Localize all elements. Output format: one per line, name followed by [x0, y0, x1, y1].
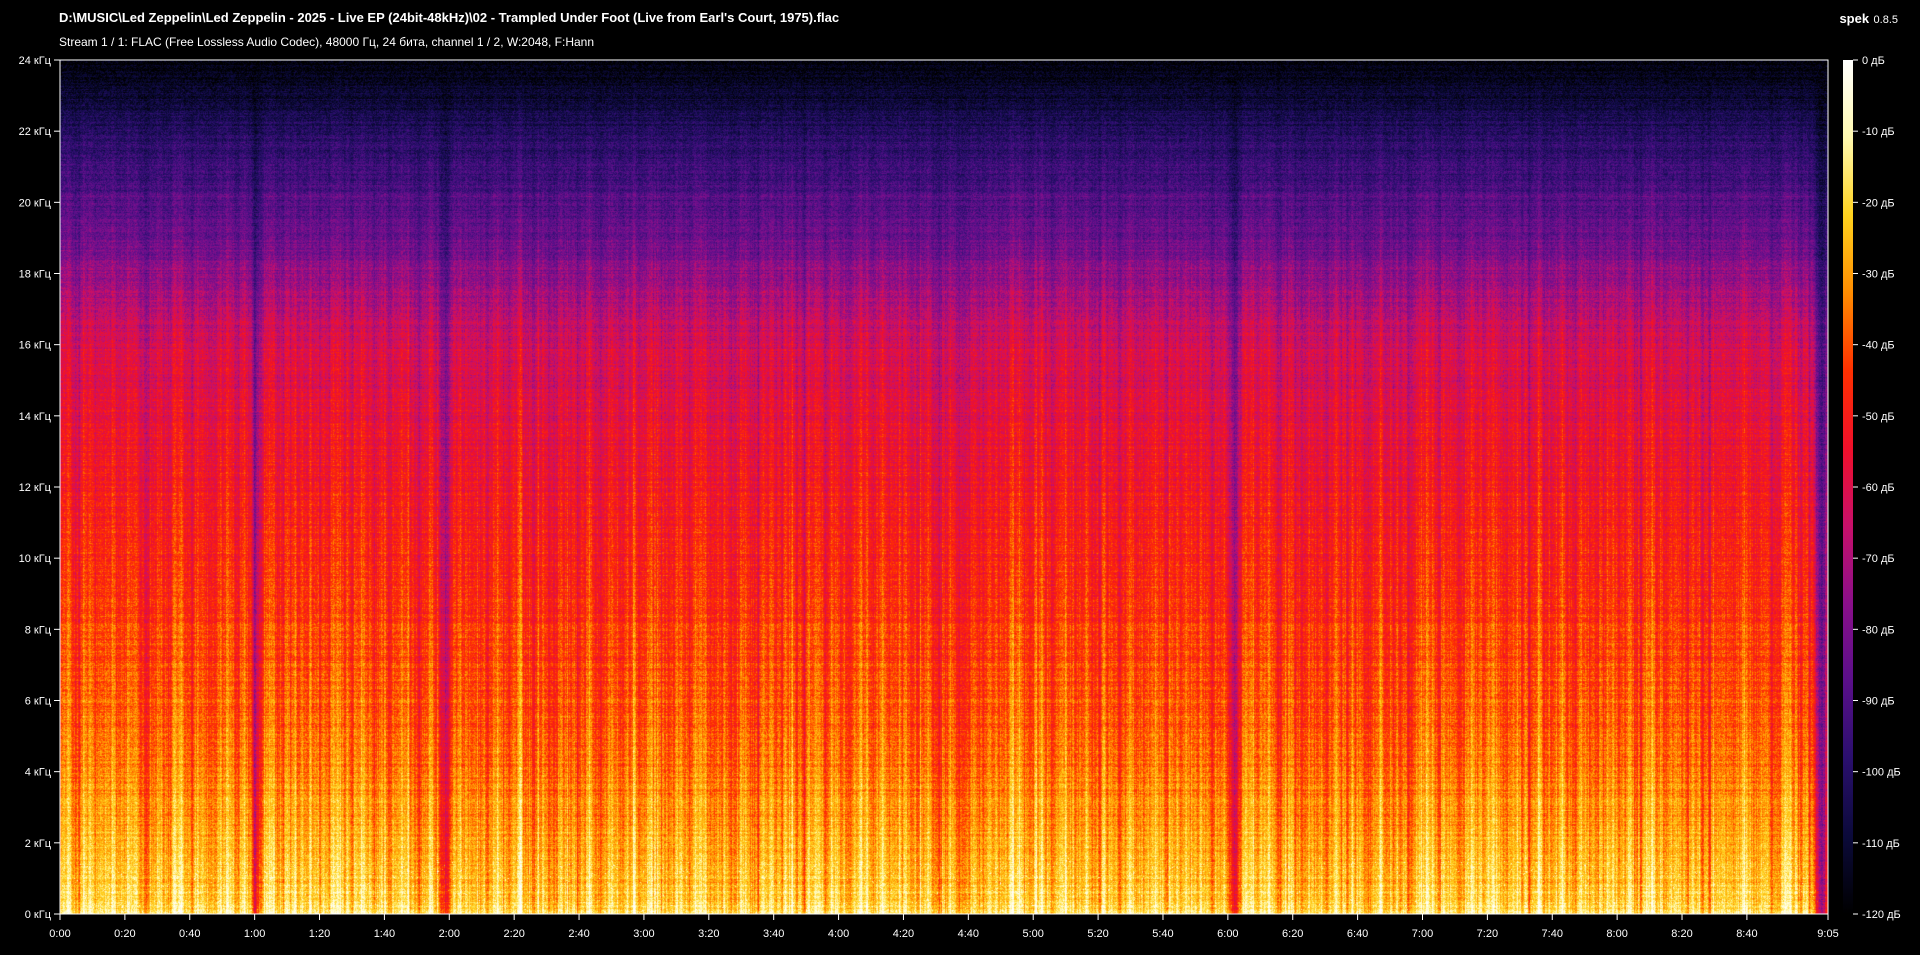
y-tick-label: 10 кГц — [19, 553, 52, 565]
x-tick-label: 6:20 — [1282, 928, 1303, 940]
x-tick-label: 5:20 — [1087, 928, 1108, 940]
y-tick-label: 12 кГц — [19, 482, 52, 494]
spectrogram-canvas — [60, 60, 1828, 914]
y-tick-label: 22 кГц — [19, 126, 52, 138]
x-tick-label: 3:20 — [698, 928, 719, 940]
x-tick-label: 1:40 — [374, 928, 395, 940]
y-tick-label: 6 кГц — [25, 696, 52, 708]
x-tick-label: 6:40 — [1347, 928, 1368, 940]
y-tick-label: 24 кГц — [19, 55, 52, 67]
y-tick-label: 4 кГц — [25, 767, 52, 779]
x-tick-label: 8:40 — [1736, 928, 1757, 940]
y-tick-label: 20 кГц — [19, 197, 52, 209]
colorbar-tick-label: -80 дБ — [1862, 624, 1895, 636]
x-tick-label: 0:20 — [114, 928, 135, 940]
x-tick-label: 6:00 — [1217, 928, 1238, 940]
x-tick-label: 8:00 — [1606, 928, 1627, 940]
y-tick-label: 18 кГц — [19, 269, 52, 281]
x-tick-label: 0:40 — [179, 928, 200, 940]
frequency-axis: 0 кГц 2 кГц 4 кГц 6 кГц 8 кГц 10 кГц 12 кГц 14 … — [19, 55, 60, 921]
colorbar — [1843, 60, 1853, 914]
y-tick-label: 16 кГц — [19, 340, 52, 352]
colorbar-tick-label: -120 дБ — [1862, 909, 1901, 921]
spectrogram-heatmap — [60, 60, 1828, 914]
colorbar-tick-label: -60 дБ — [1862, 482, 1895, 494]
y-tick-label: 14 кГц — [19, 411, 52, 423]
colorbar-tick-label: -50 дБ — [1862, 411, 1895, 423]
colorbar-tick-label: -100 дБ — [1862, 767, 1901, 779]
x-tick-label: 2:40 — [568, 928, 589, 940]
y-tick-label: 8 кГц — [25, 624, 52, 636]
colorbar-axis: 0 дБ -10 дБ -20 дБ -30 дБ -40 дБ -50 дБ -60 дБ… — [1853, 55, 1901, 921]
y-tick-label: 2 кГц — [25, 838, 52, 850]
x-tick-label: 2:00 — [439, 928, 460, 940]
x-tick-label: 4:40 — [958, 928, 979, 940]
colorbar-tick-label: -30 дБ — [1862, 269, 1895, 281]
colorbar-tick-label: -70 дБ — [1862, 553, 1895, 565]
colorbar-tick-label: -10 дБ — [1862, 126, 1895, 138]
colorbar-tick-label: -40 дБ — [1862, 340, 1895, 352]
colorbar-tick-label: -20 дБ — [1862, 197, 1895, 209]
x-tick-label: 9:05 — [1817, 928, 1838, 940]
colorbar-tick-label: -110 дБ — [1862, 838, 1900, 850]
x-tick-label: 0:00 — [49, 928, 70, 940]
spectrogram-chart: 0 кГц 2 кГц 4 кГц 6 кГц 8 кГц 10 кГц 12 кГц 14 … — [19, 55, 1901, 940]
x-tick-label: 3:00 — [633, 928, 654, 940]
x-tick-label: 5:00 — [1023, 928, 1044, 940]
x-tick-label: 3:40 — [763, 928, 784, 940]
x-tick-label: 8:20 — [1671, 928, 1692, 940]
x-tick-label: 7:40 — [1542, 928, 1563, 940]
x-tick-label: 1:20 — [309, 928, 330, 940]
x-tick-label: 7:00 — [1412, 928, 1433, 940]
x-tick-label: 5:40 — [1152, 928, 1173, 940]
x-tick-label: 1:00 — [244, 928, 265, 940]
x-tick-label: 7:20 — [1477, 928, 1498, 940]
spek-window: D:\MUSIC\Led Zeppelin\Led Zeppelin - 202… — [0, 0, 1920, 955]
colorbar-tick-label: 0 дБ — [1862, 55, 1885, 67]
y-tick-label: 0 кГц — [25, 909, 52, 921]
x-tick-label: 4:00 — [828, 928, 849, 940]
time-axis: 0:00 0:20 0:40 1:00 1:20 1:40 2:00 2:20 2:40 3:00… — [49, 914, 1839, 940]
x-tick-label: 2:20 — [503, 928, 524, 940]
x-tick-label: 4:20 — [893, 928, 914, 940]
colorbar-tick-label: -90 дБ — [1862, 696, 1895, 708]
